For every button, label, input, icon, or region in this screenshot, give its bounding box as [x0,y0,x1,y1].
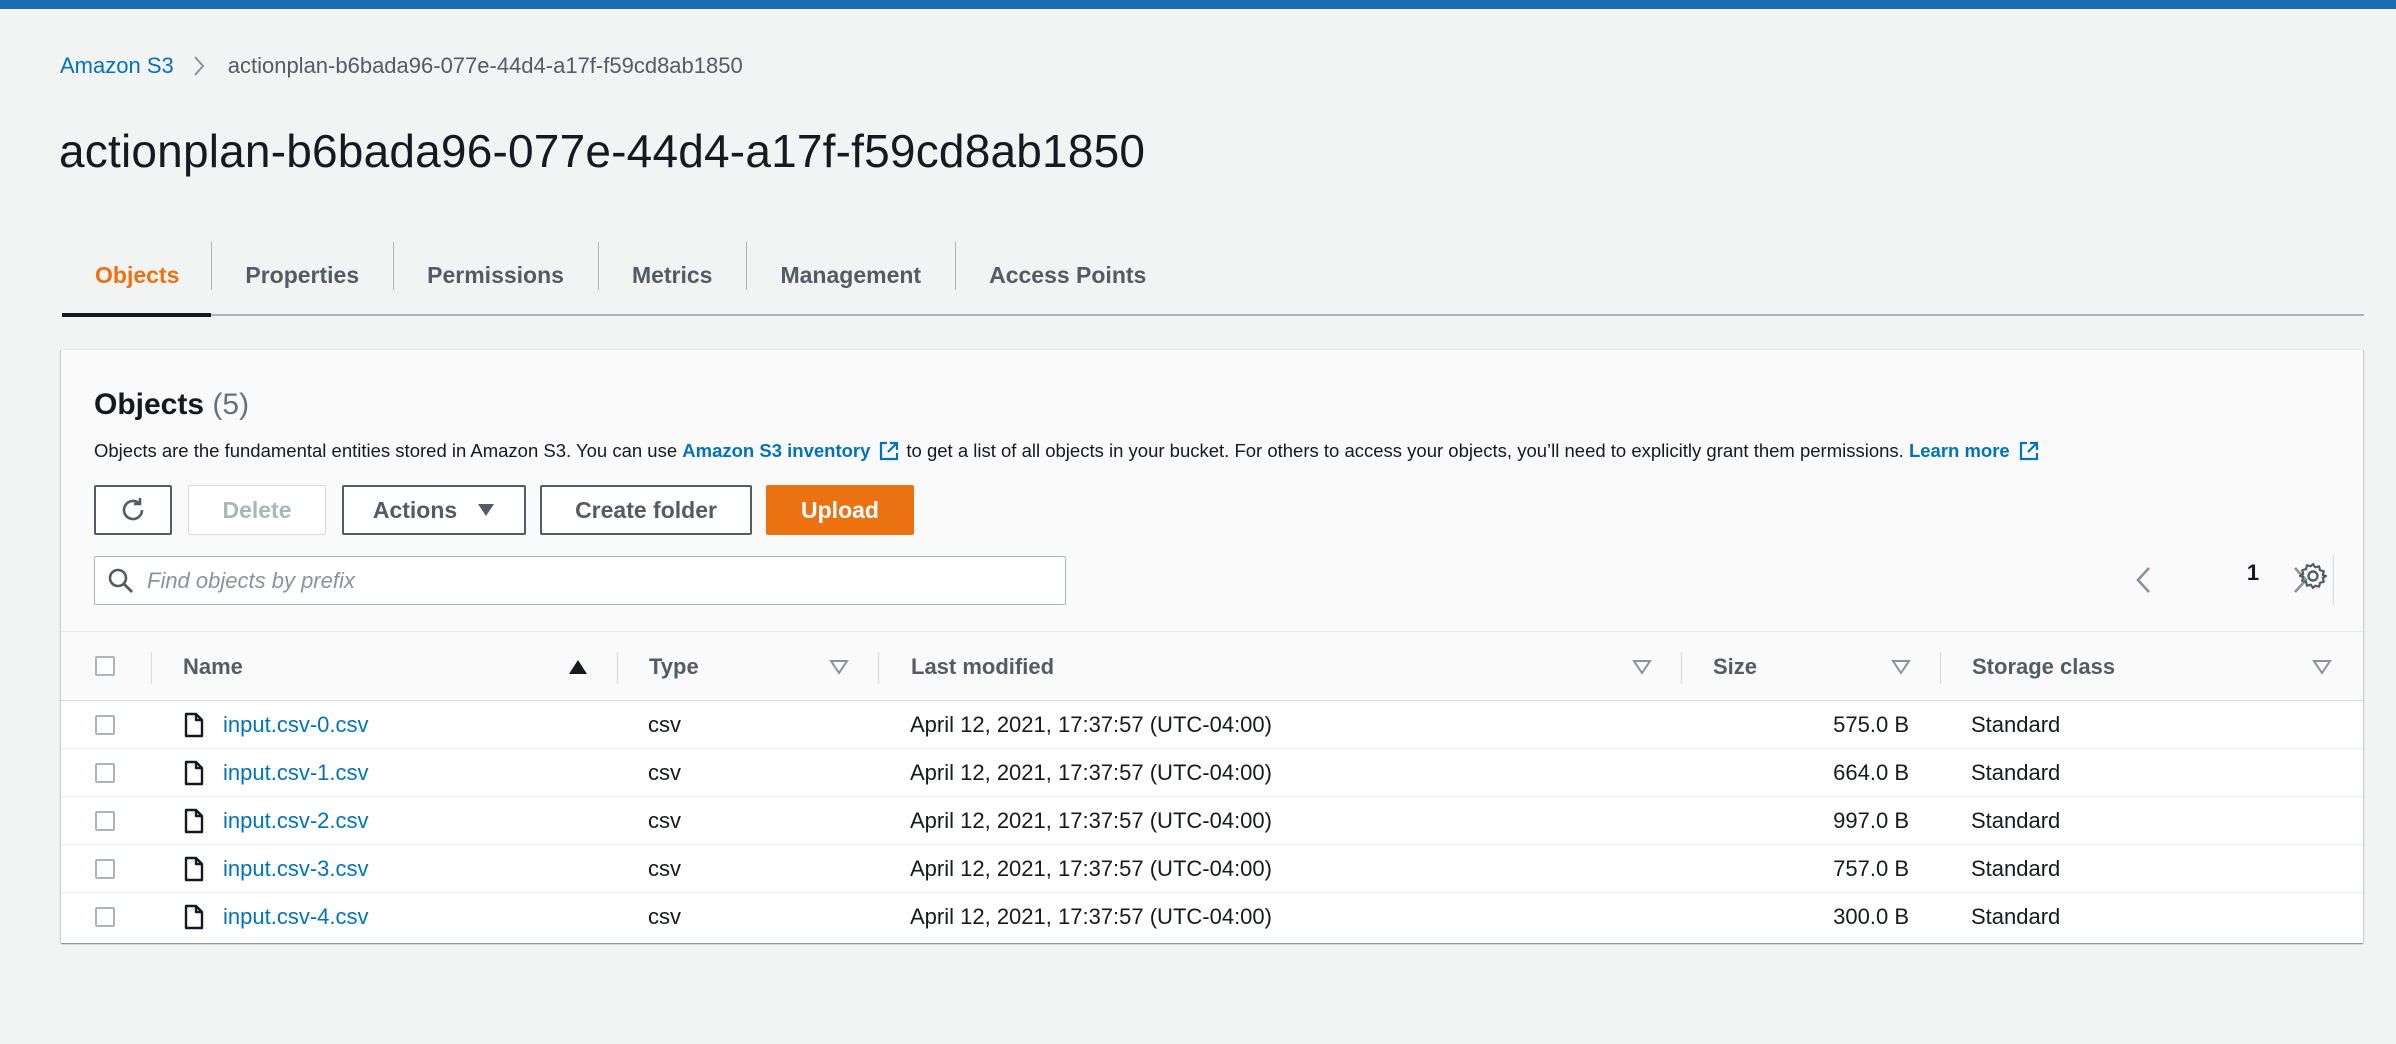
object-storage-class: Standard [1971,808,2061,833]
file-icon [183,856,205,887]
sort-filter-icon[interactable] [1891,658,1911,681]
file-icon [183,712,205,743]
objects-title-text: Objects [94,388,205,421]
external-link-icon [2018,440,2040,462]
top-accent-bar [0,0,2396,9]
s3-inventory-link[interactable]: Amazon S3 inventory [682,440,870,462]
row-checkbox[interactable] [95,811,115,831]
row-checkbox[interactable] [95,763,115,783]
object-size: 300.0 B [1833,904,1909,929]
column-header-type[interactable]: Type [649,632,699,702]
external-link-icon [878,440,900,462]
tab-management[interactable]: Management [746,236,955,314]
refresh-icon [118,495,148,525]
object-storage-class: Standard [1971,760,2061,785]
objects-table: Name Type Last modified Size Storage cla… [61,631,2363,941]
tab-metrics[interactable]: Metrics [597,236,747,314]
objects-panel-header: Objects (5) Objects are the fundamental … [61,350,2363,631]
object-size: 575.0 B [1833,712,1909,737]
actions-label: Actions [372,496,458,523]
column-divider [878,652,879,684]
object-type: csv [648,904,681,929]
pager-divider [2333,555,2334,605]
caret-down-icon [477,503,495,517]
sort-filter-icon[interactable] [2312,658,2332,681]
upload-button[interactable]: Upload [766,485,914,535]
column-divider [151,652,152,684]
tab-permissions[interactable]: Permissions [393,236,598,314]
breadcrumb-amazon-s3-link[interactable]: Amazon S3 [60,53,174,79]
object-name-link[interactable]: input.csv-3.csv [223,845,369,893]
object-storage-class: Standard [1971,712,2061,737]
column-header-storage-class[interactable]: Storage class [1972,632,2115,702]
chevron-right-icon [192,55,206,77]
breadcrumb-current: actionplan-b6bada96-077e-44d4-a17f-f59cd… [227,53,743,78]
refresh-button[interactable] [94,485,172,535]
create-folder-button[interactable]: Create folder [540,485,752,535]
settings-gear-icon[interactable] [2298,561,2328,591]
table-header: Name Type Last modified Size Storage cla… [61,631,2363,701]
column-header-name[interactable]: Name [183,632,243,702]
learn-more-link[interactable]: Learn more [1909,440,2010,462]
object-name-link[interactable]: input.csv-2.csv [223,797,369,845]
sort-ascending-icon[interactable] [568,658,588,681]
row-checkbox[interactable] [95,907,115,927]
object-name-link[interactable]: input.csv-4.csv [223,893,369,941]
search-icon [107,567,135,595]
object-last-modified: April 12, 2021, 17:37:57 (UTC-04:00) [910,760,1272,785]
table-row: input.csv-1.csv csv April 12, 2021, 17:3… [61,749,2363,797]
object-last-modified: April 12, 2021, 17:37:57 (UTC-04:00) [910,904,1272,929]
select-all-checkbox[interactable] [95,656,115,676]
object-last-modified: April 12, 2021, 17:37:57 (UTC-04:00) [910,808,1272,833]
file-icon [183,760,205,791]
page-title: actionplan-b6bada96-077e-44d4-a17f-f59cd… [59,125,1146,177]
object-size: 664.0 B [1833,760,1909,785]
row-checkbox[interactable] [95,859,115,879]
file-icon [183,808,205,839]
object-name-link[interactable]: input.csv-0.csv [223,701,369,749]
current-page-number[interactable]: 1 [2238,560,2268,586]
description-prefix: Objects are the fundamental entities sto… [94,440,678,461]
table-row: input.csv-2.csv csv April 12, 2021, 17:3… [61,797,2363,845]
object-name-link[interactable]: input.csv-1.csv [223,749,369,797]
column-header-size[interactable]: Size [1713,632,1757,702]
sort-filter-icon[interactable] [1632,658,1652,681]
tab-properties[interactable]: Properties [211,236,393,314]
objects-description: Objects are the fundamental entities sto… [94,440,2046,462]
column-divider [1681,652,1682,684]
object-storage-class: Standard [1971,904,2061,929]
table-body: input.csv-0.csv csv April 12, 2021, 17:3… [61,701,2363,941]
search-box [94,556,1066,605]
object-type: csv [648,856,681,881]
object-type: csv [648,712,681,737]
table-row: input.csv-0.csv csv April 12, 2021, 17:3… [61,701,2363,749]
delete-button[interactable]: Delete [188,485,326,535]
object-last-modified: April 12, 2021, 17:37:57 (UTC-04:00) [910,856,1272,881]
row-checkbox[interactable] [95,715,115,735]
file-icon [183,904,205,935]
search-input[interactable] [147,567,1047,594]
object-type: csv [648,808,681,833]
column-divider [1940,652,1941,684]
actions-dropdown-button[interactable]: Actions [342,485,526,535]
tab-bar: Objects Properties Permissions Metrics M… [62,236,2364,317]
tab-access-points[interactable]: Access Points [955,236,1180,314]
object-last-modified: April 12, 2021, 17:37:57 (UTC-04:00) [910,712,1272,737]
description-suffix: to get a list of all objects in your buc… [906,440,1904,461]
object-size: 757.0 B [1833,856,1909,881]
breadcrumb: Amazon S3 actionplan-b6bada96-077e-44d4-… [60,52,743,80]
objects-panel: Objects (5) Objects are the fundamental … [61,349,2363,943]
object-storage-class: Standard [1971,856,2061,881]
object-size: 997.0 B [1833,808,1909,833]
column-divider [617,652,618,684]
objects-panel-title: Objects (5) [94,388,249,422]
tab-objects[interactable]: Objects [62,236,212,317]
objects-count: (5) [212,388,250,421]
previous-page-icon[interactable] [2133,558,2155,602]
column-header-last-modified[interactable]: Last modified [911,632,1054,702]
object-type: csv [648,760,681,785]
table-row: input.csv-4.csv csv April 12, 2021, 17:3… [61,893,2363,941]
sort-filter-icon[interactable] [829,658,849,681]
table-row: input.csv-3.csv csv April 12, 2021, 17:3… [61,845,2363,893]
